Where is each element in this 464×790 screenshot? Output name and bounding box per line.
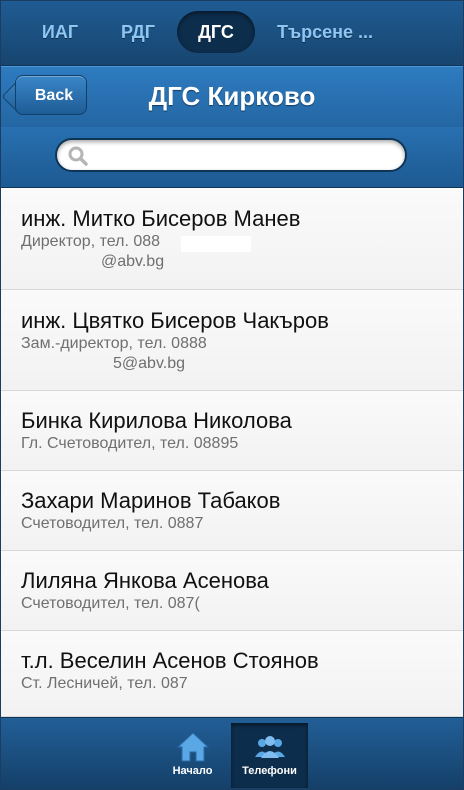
contact-detail: Счетоводител, тел. 0887 xyxy=(21,515,204,532)
contact-name: Лиляна Янкова Асенова xyxy=(21,568,269,593)
contact-email: 5@abv.bg xyxy=(113,355,185,372)
page-header: ДГС Кирково Back xyxy=(1,66,463,128)
tab-search[interactable]: Търсене ... xyxy=(265,11,385,53)
contact-email: @abv.bg xyxy=(101,253,165,270)
list-item[interactable]: Бинка Кирилова Николова Гл. Счетоводител… xyxy=(1,391,463,471)
users-icon xyxy=(254,736,285,758)
search-icon xyxy=(68,146,88,166)
list-item[interactable]: т.л. Веселин Асенов Стоянов Ст. Лесничей… xyxy=(1,631,463,717)
search-bar xyxy=(1,127,463,188)
contact-name: инж. Цвятко Бисеров Чакъров xyxy=(21,308,329,333)
contact-name: т.л. Веселин Асенов Стоянов xyxy=(21,648,319,673)
contact-detail: Гл. Счетоводител, тел. 08895 xyxy=(21,435,239,452)
back-button[interactable]: Back xyxy=(15,75,87,115)
app-frame: ИАГ РДГ ДГС Търсене ... ДГС Кирково Back… xyxy=(0,0,464,790)
tab-dgs[interactable]: ДГС xyxy=(177,11,255,53)
contact-list: инж. Митко Бисеров Манев Директор, тел. … xyxy=(1,188,463,717)
search-field[interactable] xyxy=(55,138,407,172)
top-tab-bar: ИАГ РДГ ДГС Търсене ... xyxy=(1,1,463,66)
contact-name: инж. Митко Бисеров Манев xyxy=(21,206,301,231)
nav-phones-label: Телефони xyxy=(242,765,297,777)
contact-detail: Счетоводител, тел. 087( xyxy=(21,595,200,612)
contact-name: Бинка Кирилова Николова xyxy=(21,408,292,433)
tab-iag[interactable]: ИАГ xyxy=(23,11,97,53)
nav-home-label: Начало xyxy=(172,765,213,777)
list-item[interactable]: инж. Митко Бисеров Манев Директор, тел. … xyxy=(1,188,463,290)
contact-detail: Ст. Лесничей, тел. 087 xyxy=(21,675,188,692)
list-item[interactable]: инж. Цвятко Бисеров Чакъров Зам.-директо… xyxy=(1,290,463,391)
contact-detail: Зам.-директор, тел. 0888 xyxy=(21,335,207,352)
nav-home[interactable]: Начало xyxy=(154,723,231,788)
list-item[interactable]: Лиляна Янкова Асенова Счетоводител, тел.… xyxy=(1,551,463,631)
contact-name: Захари Маринов Табаков xyxy=(21,488,281,513)
bottom-nav: Начало Телефони xyxy=(1,717,463,789)
nav-phones[interactable]: Телефони xyxy=(231,723,308,788)
search-input[interactable] xyxy=(93,144,397,168)
home-icon xyxy=(176,732,209,762)
page-title-text: ДГС Кирково xyxy=(148,81,316,111)
list-item[interactable]: Захари Маринов Табаков Счетоводител, тел… xyxy=(1,471,463,551)
tab-rdg[interactable]: РДГ xyxy=(105,11,171,53)
redaction xyxy=(181,236,251,252)
